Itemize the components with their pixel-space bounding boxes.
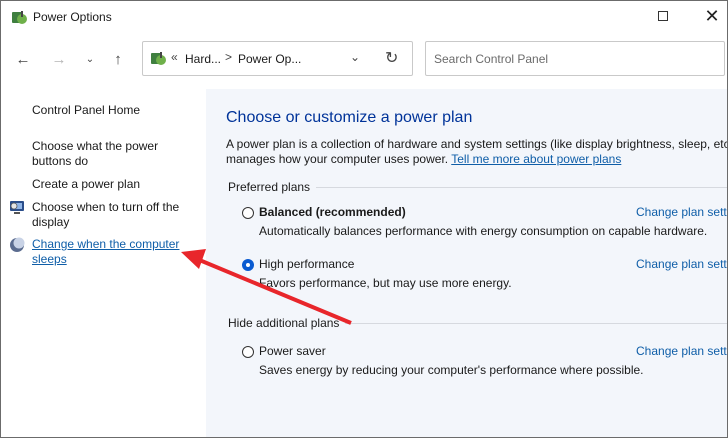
power-options-window: Power Options ✕ ← → ⌄ ↑ « Hard... > Powe… [0,0,728,438]
annotation-arrow [181,249,352,325]
annotation-arrow-shaft [196,257,352,325]
annotation-arrow-head [181,249,206,269]
